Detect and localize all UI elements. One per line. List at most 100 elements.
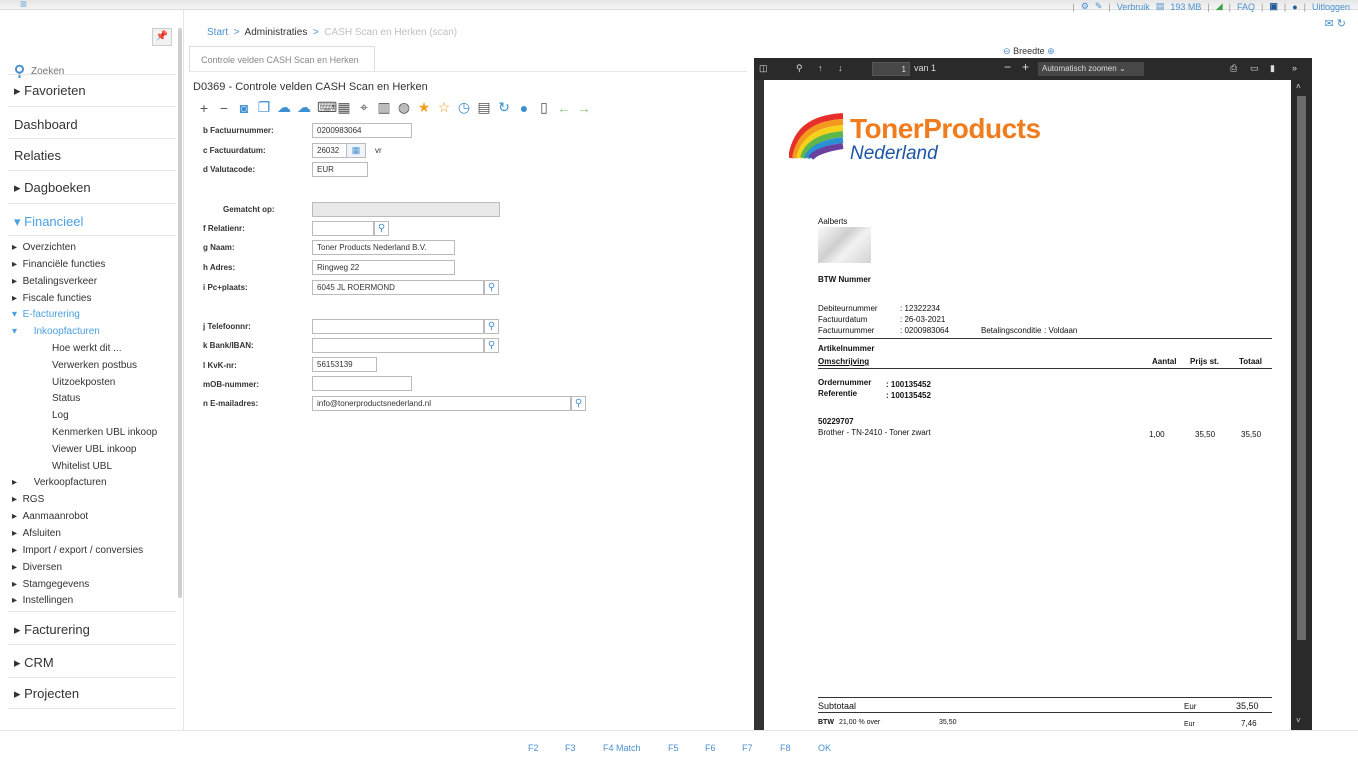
breedte-control[interactable]: ⊖ Breedte ⊕	[1003, 46, 1055, 57]
naam-field[interactable]	[312, 240, 455, 255]
mob-field[interactable]	[312, 376, 412, 391]
sidebar-sub-e-facturering[interactable]: ▾ E-facturering	[12, 309, 80, 320]
star-outline-icon[interactable]: ☆	[437, 99, 451, 116]
refresh-icon[interactable]: ↻	[1337, 18, 1346, 30]
arrow-left-icon[interactable]: ←	[557, 100, 571, 116]
f3-button[interactable]: F3	[565, 743, 576, 753]
sidebar-sub-afsluiten[interactable]: ▸ Afsluiten	[12, 528, 61, 539]
calendar-icon[interactable]: ▦	[346, 143, 366, 158]
sidebar-sub-instellingen[interactable]: ▸ Instellingen	[12, 595, 73, 606]
pdf-scroll-thumb[interactable]	[1297, 96, 1306, 640]
email-search-icon[interactable]: ⚲	[571, 396, 586, 411]
help-circle-icon[interactable]: ●	[517, 100, 531, 116]
sidebar-item-facturering[interactable]: ▸ Facturering	[14, 622, 90, 638]
building-icon[interactable]: ▤	[477, 99, 491, 116]
f7-button[interactable]: F7	[742, 743, 753, 753]
zoom-out-icon[interactable]: −	[1004, 60, 1011, 74]
sidebar-item-projecten[interactable]: ▸ Projecten	[14, 686, 79, 702]
print-icon[interactable]: ⎙	[1230, 63, 1237, 74]
sidebar-sub-uitzoekposten[interactable]: Uitzoekposten	[52, 377, 115, 388]
sidebar-sub-log[interactable]: Log	[52, 410, 69, 421]
mail-icon[interactable]: ✉	[1325, 18, 1334, 30]
sidebar-sub-betalingsverkeer[interactable]: ▸ Betalingsverkeer	[12, 276, 97, 287]
find-icon[interactable]: ⚲	[796, 63, 803, 74]
breadcrumb-start[interactable]: Start	[207, 27, 228, 38]
pin-icon[interactable]: 📌	[152, 28, 172, 46]
f4-match-button[interactable]: F4 Match	[603, 743, 641, 753]
f5-button[interactable]: F5	[668, 743, 679, 753]
sidebar-sub-rgs[interactable]: ▸ RGS	[12, 494, 44, 505]
sidebar-sub-fiscale-functies[interactable]: ▸ Fiscale functies	[12, 293, 92, 304]
clock-icon[interactable]: ◷	[457, 99, 471, 116]
cloud-download-icon[interactable]: ☁	[297, 99, 311, 116]
relatienr-search-icon[interactable]: ⚲	[374, 221, 389, 236]
sidebar-sub-inkoopfacturen[interactable]: ▾ Inkoopfacturen	[12, 326, 100, 337]
bookmark-icon[interactable]: ▮	[1270, 63, 1275, 74]
calculator-icon[interactable]: ▦	[337, 99, 351, 116]
star-filled-icon[interactable]: ★	[417, 99, 431, 116]
sidebar-sub-hoe-werkt-dit[interactable]: Hoe werkt dit ...	[52, 343, 121, 354]
sidebar-sub-overzichten[interactable]: ▸ Overzichten	[12, 242, 76, 253]
scroll-up-icon[interactable]: ˄	[1296, 82, 1301, 91]
factuurdatum-field[interactable]	[312, 143, 347, 158]
bank-field[interactable]	[312, 338, 484, 353]
sidebar-sub-whitelist-ubl[interactable]: Whitelist UBL	[52, 461, 112, 472]
factuurnummer-field[interactable]	[312, 123, 412, 138]
page-up-icon[interactable]: ↑	[818, 63, 823, 73]
page-down-icon[interactable]: ↓	[838, 63, 843, 73]
globe-icon[interactable]: ◍	[397, 99, 411, 116]
sidebar-toggle-icon[interactable]: ◫	[759, 63, 768, 74]
sidebar-scrollbar[interactable]	[178, 28, 182, 598]
page-number-input[interactable]	[872, 62, 910, 76]
sidebar-sub-viewer-ubl[interactable]: Viewer UBL inkoop	[52, 444, 137, 455]
email-field[interactable]	[312, 396, 571, 411]
location-pin-icon[interactable]: ⌖	[357, 99, 371, 116]
sidebar-item-financieel[interactable]: ▾ Financieel	[14, 214, 83, 230]
sidebar-item-crm[interactable]: ▸ CRM	[14, 655, 54, 671]
sidebar-item-relaties[interactable]: Relaties	[14, 148, 61, 163]
f6-button[interactable]: F6	[705, 743, 716, 753]
f2-button[interactable]: F2	[528, 743, 539, 753]
map-icon[interactable]: ▥	[377, 99, 391, 116]
sidebar-sub-aanmaanrobot[interactable]: ▸ Aanmaanrobot	[12, 511, 88, 522]
remove-icon[interactable]: −	[217, 100, 231, 116]
valutacode-field[interactable]	[312, 162, 368, 177]
shrink-icon[interactable]: ⊖	[1003, 46, 1011, 56]
pcplaats-search-icon[interactable]: ⚲	[484, 280, 499, 295]
sidebar-sub-verkoopfacturen[interactable]: ▸ Verkoopfacturen	[12, 477, 107, 488]
film-icon[interactable]: ▯	[537, 99, 551, 116]
tools-icon[interactable]: ✎	[1095, 1, 1103, 12]
cloud-upload-icon[interactable]: ☁	[277, 99, 291, 116]
add-icon[interactable]: +	[197, 100, 211, 116]
zoom-select[interactable]: Automatisch zoomen ⌄	[1038, 62, 1144, 76]
sidebar-sub-financiele-functies[interactable]: ▸ Financiële functies	[12, 259, 105, 270]
kvk-field[interactable]	[312, 357, 377, 372]
ok-button[interactable]: OK	[818, 743, 831, 753]
copy-icon[interactable]: ❐	[257, 99, 271, 116]
keyboard-icon[interactable]: ⌨	[317, 99, 337, 116]
scroll-down-icon[interactable]: ˅	[1296, 716, 1301, 725]
relatienr-field[interactable]	[312, 221, 374, 236]
arrow-right-icon[interactable]: →	[577, 100, 591, 116]
screen-icon[interactable]: ▣	[1269, 1, 1278, 12]
camera-icon[interactable]: ◙	[237, 100, 251, 116]
sidebar-item-favorieten[interactable]: ▸ Favorieten	[14, 83, 86, 99]
adres-field[interactable]	[312, 260, 455, 275]
bank-search-icon[interactable]: ⚲	[484, 338, 499, 353]
more-tools-icon[interactable]: »	[1292, 63, 1297, 73]
telefoon-field[interactable]	[312, 319, 484, 334]
expand-icon[interactable]: ⊕	[1047, 46, 1055, 56]
logout-link[interactable]: Uitloggen	[1312, 2, 1350, 12]
sidebar-sub-diversen[interactable]: ▸ Diversen	[12, 562, 62, 573]
tab-controle-velden[interactable]: Controle velden CASH Scan en Herken	[189, 46, 375, 72]
telefoon-search-icon[interactable]: ⚲	[484, 319, 499, 334]
sidebar-sub-verwerken-postbus[interactable]: Verwerken postbus	[52, 360, 137, 371]
f8-button[interactable]: F8	[780, 743, 791, 753]
breadcrumb-administraties[interactable]: Administraties	[245, 27, 308, 38]
sidebar-sub-kenmerken-ubl[interactable]: Kenmerken UBL inkoop	[52, 427, 157, 438]
sidebar-sub-status[interactable]: Status	[52, 393, 80, 404]
faq-link[interactable]: FAQ	[1237, 2, 1255, 12]
sidebar-item-dashboard[interactable]: Dashboard	[14, 117, 78, 132]
verbruik-link[interactable]: Verbruik	[1117, 2, 1150, 12]
sidebar-item-dagboeken[interactable]: ▸ Dagboeken	[14, 180, 91, 196]
